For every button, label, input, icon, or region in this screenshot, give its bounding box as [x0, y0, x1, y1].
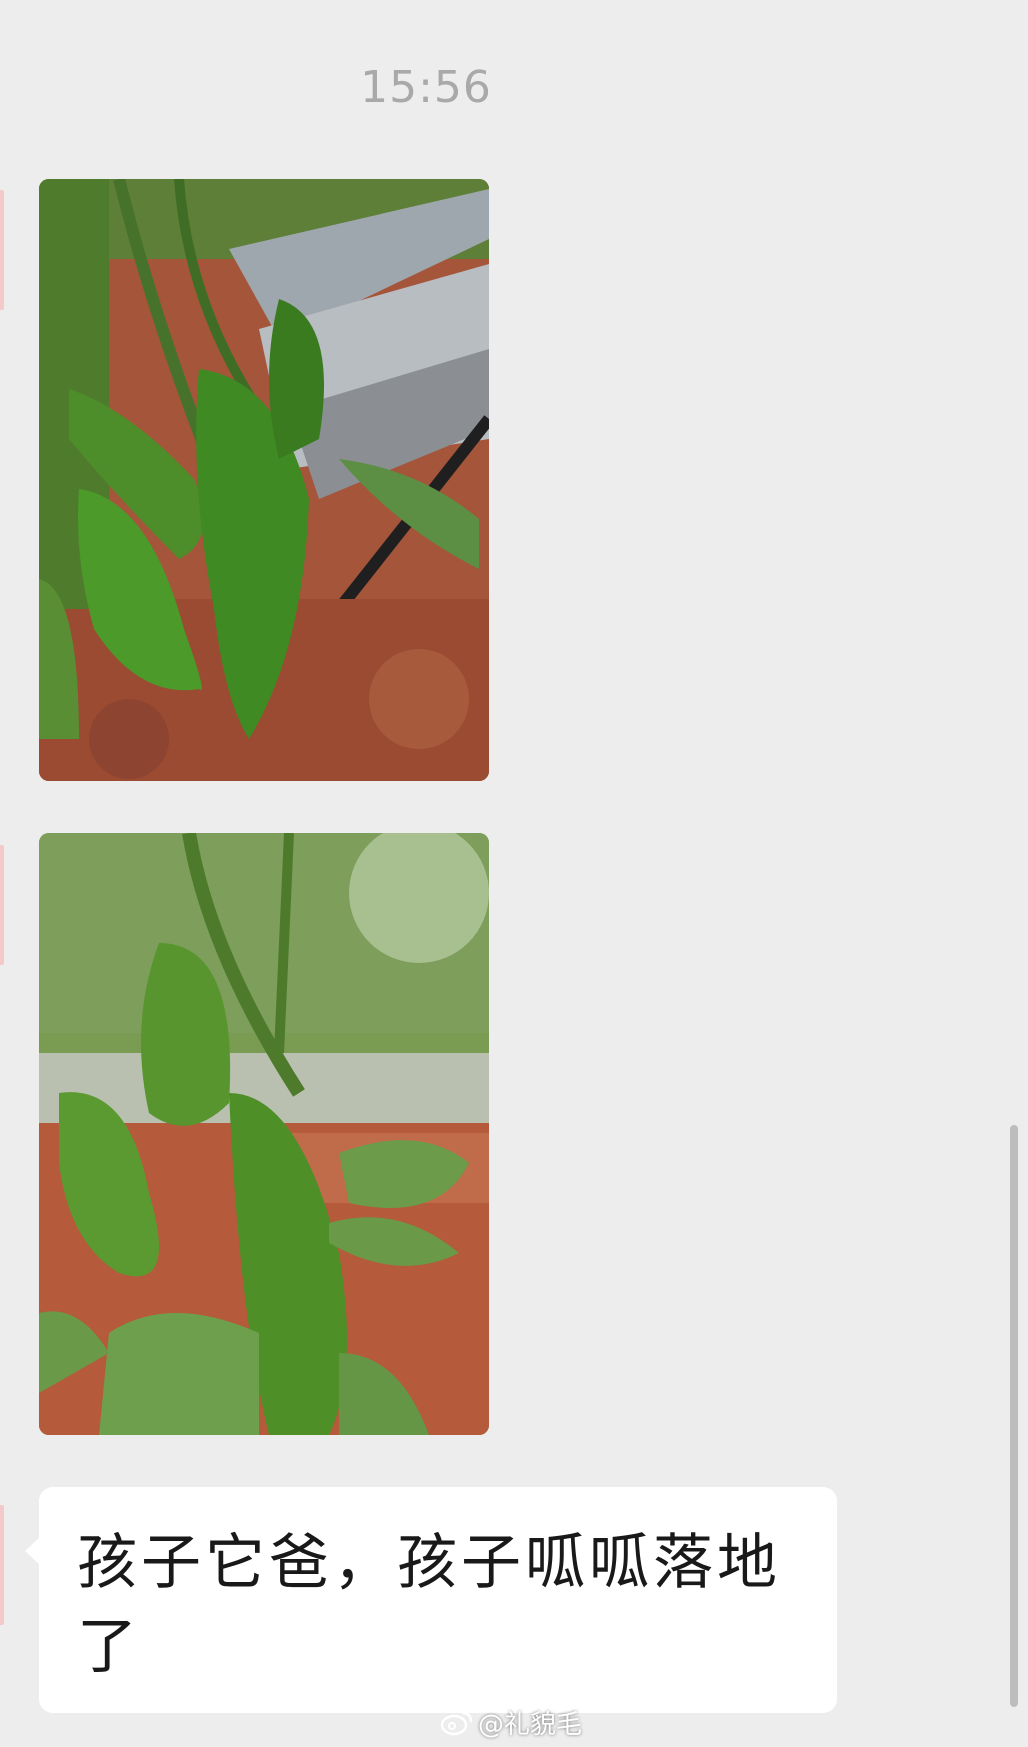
chat-timestamp: 15:56 — [360, 62, 492, 113]
pepper-plant-photo-1 — [39, 179, 489, 781]
scrollbar[interactable] — [1010, 1125, 1018, 1707]
left-edge-marker — [0, 1505, 4, 1625]
left-edge-marker — [0, 190, 4, 310]
message-text: 孩子它爸，孩子呱呱落地了 — [77, 1528, 781, 1682]
weibo-logo-icon — [440, 1711, 473, 1735]
image-message-1[interactable] — [39, 179, 489, 781]
text-message-bubble[interactable]: 孩子它爸，孩子呱呱落地了 — [25, 1487, 837, 1713]
image-message-2[interactable] — [39, 833, 489, 1435]
left-edge-marker — [0, 845, 4, 965]
watermark-text: @礼貌毛 — [478, 1710, 583, 1740]
watermark: @礼貌毛 — [440, 1704, 582, 1741]
pepper-plant-photo-2 — [39, 833, 489, 1435]
